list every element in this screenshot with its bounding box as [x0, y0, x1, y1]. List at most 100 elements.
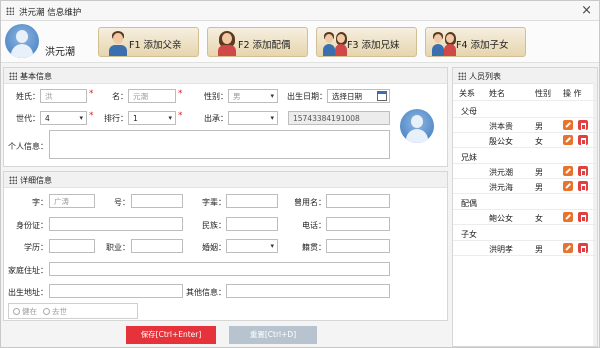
member-gender: 男: [535, 168, 543, 177]
add-father-button[interactable]: F1 添加父亲: [98, 27, 199, 57]
add-child-label: F4 添加子女: [456, 40, 509, 51]
basic-info-panel: 基本信息 姓氏： 洪 * 名： 元潮 * 性别： 男 出生日期： 选择日期 世代…: [3, 67, 448, 167]
former-name-field[interactable]: [326, 194, 390, 208]
generation-select[interactable]: 4: [40, 111, 87, 125]
deceased-radio[interactable]: 去世: [43, 306, 67, 317]
edit-icon[interactable]: [563, 120, 573, 130]
reset-button[interactable]: 重置[Ctrl+D]: [229, 326, 317, 344]
delete-icon[interactable]: [578, 135, 588, 145]
birth-date-picker[interactable]: 选择日期: [327, 89, 390, 103]
id-card-field[interactable]: [49, 217, 183, 231]
marriage-select[interactable]: [226, 239, 278, 253]
divider: [453, 240, 597, 241]
occupation-label: 职业：: [106, 243, 130, 252]
member-name: 洪元潮: [489, 168, 513, 177]
add-father-label: F1 添加父亲: [129, 40, 182, 51]
courtesy-name-label: 字：: [32, 198, 48, 207]
column-ops: 操 作: [563, 89, 582, 98]
id-card-label: 身份证：: [16, 221, 48, 230]
surname-label: 姓氏：: [16, 92, 40, 101]
edit-icon[interactable]: [563, 243, 573, 253]
divider: [453, 163, 597, 164]
personal-info-label: 个人信息：: [8, 142, 48, 151]
member-gender: 女: [535, 137, 543, 146]
origin-select[interactable]: [228, 111, 278, 125]
edit-icon[interactable]: [563, 212, 573, 222]
required-mark: *: [178, 111, 183, 121]
phone-display: 15743384191008: [288, 111, 390, 125]
deceased-radio-label: 去世: [52, 307, 67, 316]
delete-icon[interactable]: [578, 166, 588, 176]
native-place-field[interactable]: [326, 239, 390, 253]
birthplace-field[interactable]: [49, 284, 183, 298]
surname-field[interactable]: 洪: [40, 89, 87, 103]
other-info-field[interactable]: [226, 284, 390, 298]
alive-radio[interactable]: 健在: [13, 306, 37, 317]
close-icon[interactable]: ×: [581, 3, 592, 18]
scrollbar[interactable]: [593, 82, 597, 346]
child-icon: [432, 30, 458, 56]
divider: [453, 178, 597, 179]
gender-select[interactable]: 男: [228, 89, 278, 103]
edit-icon[interactable]: [563, 135, 573, 145]
ethnicity-field[interactable]: [226, 217, 278, 231]
member-gender: 男: [535, 183, 543, 192]
member-gender: 女: [535, 214, 543, 223]
education-field[interactable]: [49, 239, 95, 253]
rank-select[interactable]: 1: [128, 111, 176, 125]
personal-info-textarea[interactable]: [49, 130, 390, 159]
home-address-field[interactable]: [49, 262, 390, 276]
origin-label: 出承：: [204, 114, 228, 123]
alive-radio-label: 健在: [22, 307, 37, 316]
art-name-field[interactable]: [131, 194, 183, 208]
detail-info-panel: 详细信息 字： 广涛 号： 字辈： 曾用名： 身份证： 民族： 电话： 学历： …: [3, 171, 448, 321]
divider: [453, 255, 597, 256]
group-siblings: 兄妹: [461, 153, 477, 162]
sibling-icon: [323, 30, 349, 56]
generation-char-label: 字辈：: [202, 198, 226, 207]
calendar-icon[interactable]: [377, 91, 387, 101]
divider: [453, 224, 597, 225]
edit-icon[interactable]: [563, 181, 573, 191]
given-name-label: 名：: [112, 92, 128, 101]
edit-icon[interactable]: [563, 166, 573, 176]
add-sibling-button[interactable]: F3 添加兄妹: [316, 27, 417, 57]
phone-label: 电话：: [302, 221, 326, 230]
generation-char-field[interactable]: [226, 194, 278, 208]
window-title: 洪元潮 信息维护: [19, 8, 82, 18]
delete-icon[interactable]: [578, 120, 588, 130]
people-list-title: 人员列表: [469, 72, 501, 81]
grip-icon: [9, 72, 17, 80]
grip-icon: [458, 72, 466, 80]
occupation-field[interactable]: [131, 239, 183, 253]
courtesy-name-field[interactable]: 广涛: [49, 194, 95, 208]
detail-info-header: 详细信息: [4, 172, 447, 188]
grip-icon: [9, 176, 17, 184]
phone-field[interactable]: [326, 217, 390, 231]
divider: [453, 193, 597, 194]
life-status-radio-group: 健在 去世: [8, 303, 138, 319]
add-spouse-button[interactable]: F2 添加配偶: [207, 27, 308, 57]
spouse-icon: [214, 30, 240, 56]
given-name-field[interactable]: 元潮: [128, 89, 176, 103]
art-name-label: 号：: [114, 198, 130, 207]
member-name: 洪明孝: [489, 245, 513, 254]
ethnicity-label: 民族：: [202, 221, 226, 230]
add-child-button[interactable]: F4 添加子女: [425, 27, 526, 57]
column-relation: 关系: [459, 89, 475, 98]
former-name-label: 曾用名：: [294, 198, 326, 207]
required-mark: *: [89, 89, 94, 99]
user-name: 洪元潮: [45, 47, 75, 58]
native-place-label: 籍贯：: [302, 243, 326, 252]
generation-label: 世代：: [16, 114, 40, 123]
member-gender: 男: [535, 122, 543, 131]
birth-date-label: 出生日期：: [287, 92, 327, 101]
delete-icon[interactable]: [578, 181, 588, 191]
home-address-label: 家庭住址：: [8, 266, 48, 275]
delete-icon[interactable]: [578, 243, 588, 253]
basic-info-header: 基本信息: [4, 68, 447, 84]
save-button[interactable]: 保存[Ctrl+Enter]: [126, 326, 216, 344]
delete-icon[interactable]: [578, 212, 588, 222]
portrait-avatar[interactable]: [400, 109, 434, 143]
group-children: 子女: [461, 230, 477, 239]
